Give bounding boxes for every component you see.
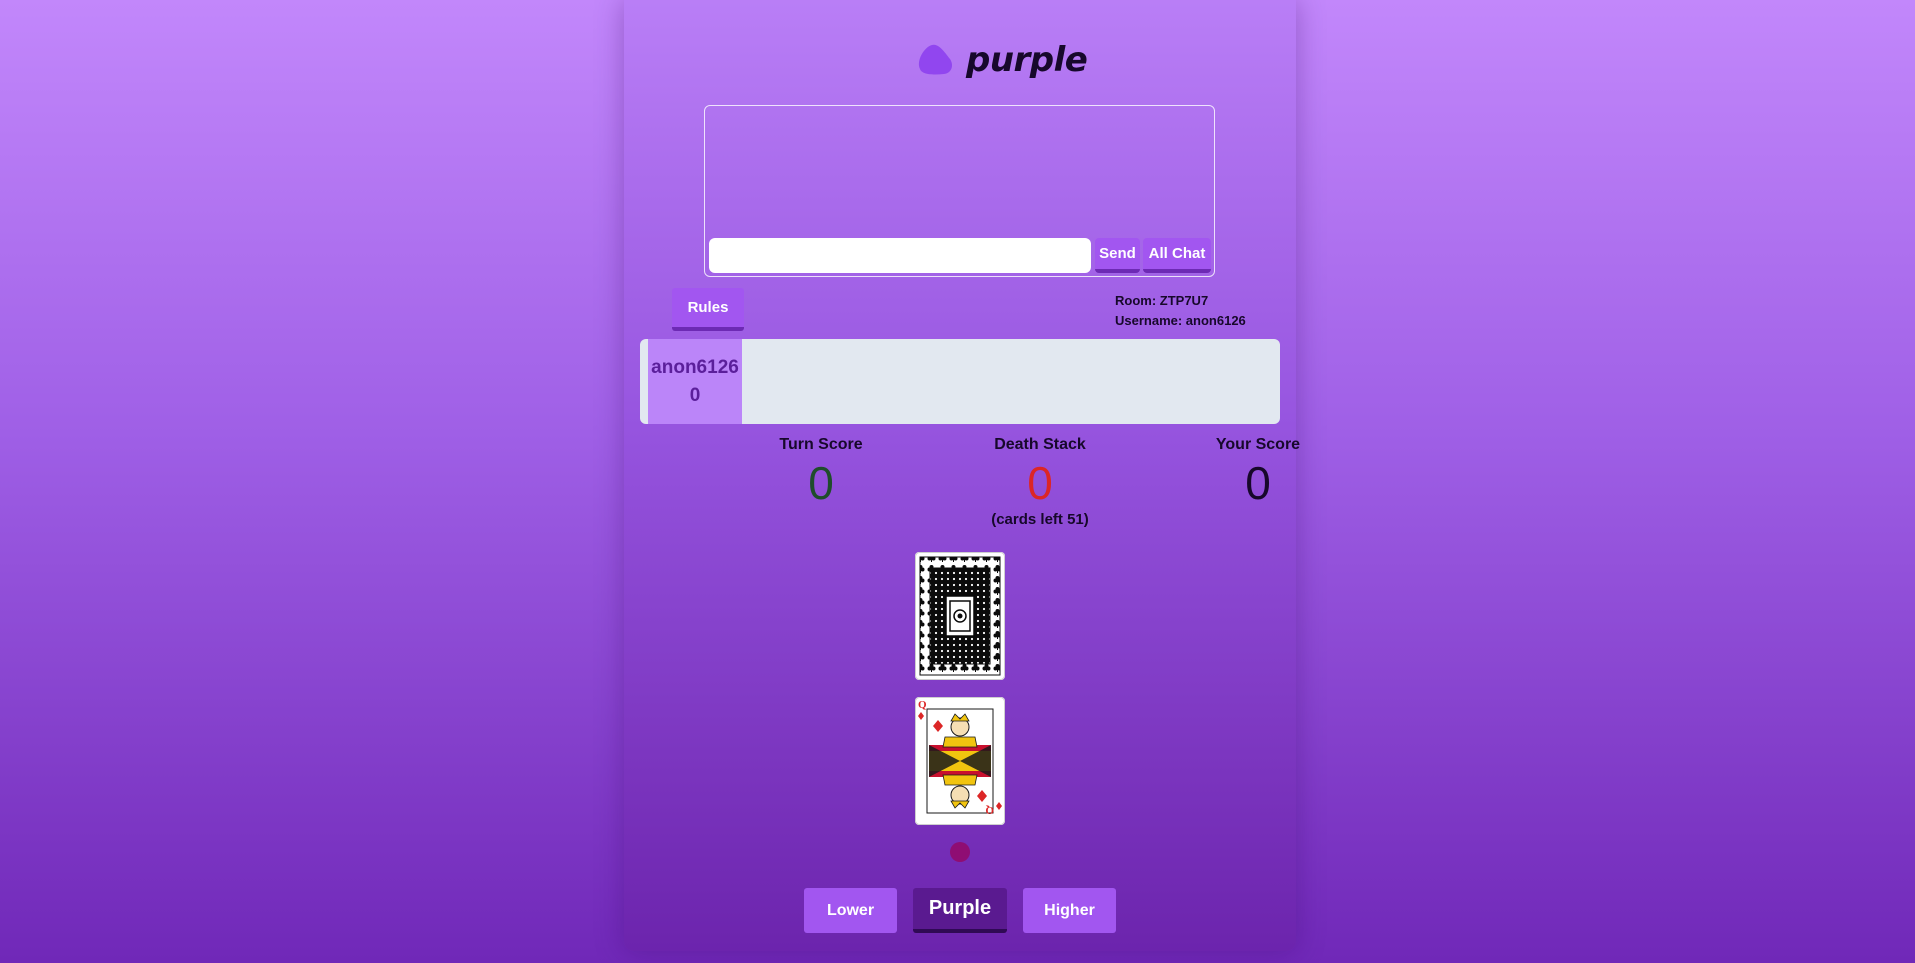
player-score: 0 xyxy=(689,385,701,406)
deck-card[interactable] xyxy=(915,552,1005,680)
your-score-value: 0 xyxy=(1245,457,1271,509)
cards-left: (cards left 51) xyxy=(991,511,1089,528)
all-chat-button[interactable]: All Chat xyxy=(1143,238,1211,273)
current-card: Q Q xyxy=(915,697,1005,825)
card-back-icon xyxy=(915,552,1005,680)
your-score-label: Your Score xyxy=(1215,436,1301,453)
higher-button[interactable]: Higher xyxy=(1023,888,1116,933)
card-rank-bottom: Q xyxy=(985,804,994,816)
queen-of-diamonds-icon: Q Q xyxy=(915,697,1005,825)
purple-button[interactable]: Purple xyxy=(913,888,1007,933)
username: Username: anon6126 xyxy=(1115,313,1246,328)
turn-score-label: Turn Score xyxy=(779,436,863,453)
death-stack: Death Stack 0 (cards left 51) xyxy=(960,434,1120,530)
logo-text: purple xyxy=(966,40,1088,80)
purple-blob-icon xyxy=(918,44,952,75)
players-bar: anon6126 0 xyxy=(640,339,1280,424)
lower-button[interactable]: Lower xyxy=(804,888,897,933)
rules-button[interactable]: Rules xyxy=(672,288,744,331)
death-stack-label: Death Stack xyxy=(994,436,1086,453)
turn-score: Turn Score 0 xyxy=(741,434,901,508)
turn-score-value: 0 xyxy=(808,457,834,509)
chat-box: Send All Chat xyxy=(704,105,1215,277)
logo: purple xyxy=(914,38,1088,82)
game-panel: purple Send All Chat Rules Room: ZTP7U7 … xyxy=(624,0,1300,951)
send-button[interactable]: Send xyxy=(1095,238,1140,273)
status-indicator-dot xyxy=(950,842,970,862)
room-code: Room: ZTP7U7 xyxy=(1115,293,1209,308)
death-stack-value: 0 xyxy=(1027,457,1053,509)
card-rank: Q xyxy=(918,699,927,711)
player-name: anon6126 xyxy=(651,357,739,378)
chat-log[interactable] xyxy=(709,110,1210,238)
player-card: anon6126 0 xyxy=(648,339,742,424)
room-info: Room: ZTP7U7 Username: anon6126 xyxy=(1115,291,1246,331)
your-score: Your Score 0 xyxy=(1178,434,1338,508)
chat-input[interactable] xyxy=(709,238,1091,273)
